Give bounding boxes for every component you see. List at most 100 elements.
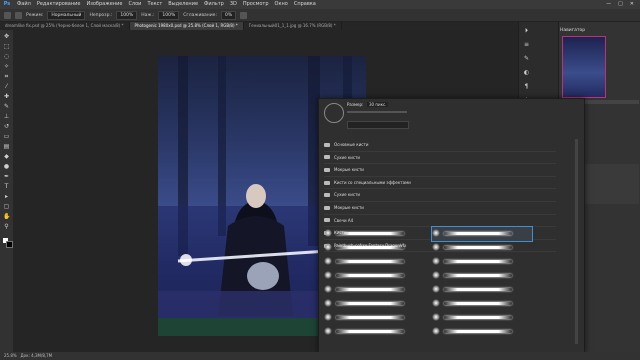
menu-item-3d[interactable]: 3D	[227, 0, 240, 9]
brush-angle-dial[interactable]	[324, 103, 344, 123]
hardness-field[interactable]	[347, 121, 409, 129]
folder-icon	[324, 180, 330, 185]
flow-field[interactable]: 100%	[158, 10, 180, 20]
menu-item-view[interactable]: Просмотр	[240, 0, 272, 9]
zoom-readout[interactable]: 25.8%	[4, 353, 17, 358]
history-icon[interactable]: ⏵	[523, 28, 530, 34]
brush-tip-icon	[324, 313, 332, 321]
status-bar: 25.8% Док: 4,3M/8,7M	[0, 352, 640, 360]
brush-preset-icon[interactable]	[15, 11, 22, 19]
marquee-tool-icon[interactable]: ⬚	[3, 44, 10, 50]
brush-icon[interactable]	[4, 11, 11, 19]
mode-select[interactable]: Нормальный	[47, 10, 86, 20]
brush-folder[interactable]: Основные кисти	[324, 139, 556, 152]
menu-item-text[interactable]: Текст	[144, 0, 165, 9]
brush-preset[interactable]	[324, 241, 424, 255]
tab-document-2[interactable]: Photogenic 1980x0.psd @ 25.8% (Слой 1, R…	[129, 22, 244, 30]
zoom-tool-icon[interactable]: ⚲	[3, 224, 10, 230]
brush-preset[interactable]	[432, 255, 532, 269]
brush-settings-icon[interactable]: ✎	[523, 56, 530, 62]
brush-stroke-preview	[336, 260, 404, 263]
brush-folder[interactable]: Мокрые кисти	[324, 202, 556, 215]
navigator-thumbnail[interactable]	[562, 36, 606, 98]
brush-preset[interactable]	[432, 325, 532, 339]
brush-stroke-preview	[336, 232, 404, 235]
move-tool-icon[interactable]: ✥	[3, 34, 10, 40]
brush-tool-icon[interactable]: ✎	[3, 104, 10, 110]
brush-folder[interactable]: Сухие кисти	[324, 152, 556, 165]
gear-icon[interactable]	[240, 11, 248, 19]
eraser-tool-icon[interactable]: ▭	[3, 134, 10, 140]
menu-item-image[interactable]: Изображение	[83, 0, 125, 9]
menu-item-file[interactable]: Файл	[14, 0, 34, 9]
type-tool-icon[interactable]: T	[3, 184, 10, 190]
opacity-field[interactable]: 100%	[116, 10, 138, 20]
menu-item-edit[interactable]: Редактирование	[34, 0, 84, 9]
magic-wand-tool-icon[interactable]: ✧	[3, 64, 10, 70]
brush-tip-icon	[432, 229, 440, 237]
paragraph-icon[interactable]: ¶	[523, 84, 530, 90]
healing-tool-icon[interactable]: ✚	[3, 94, 10, 100]
folder-label: Сухие кисти	[334, 192, 361, 198]
brush-tip-icon	[432, 243, 440, 251]
blur-tool-icon[interactable]: ◆	[3, 154, 10, 160]
brush-preset[interactable]	[432, 269, 532, 283]
maximize-button[interactable]: □	[618, 0, 623, 9]
brush-list-scrollbar[interactable]	[575, 139, 578, 344]
brush-folder[interactable]: Кисти со специальными эффектами	[324, 177, 556, 190]
brush-folder[interactable]: Мокрые кисти	[324, 164, 556, 177]
brush-stroke-preview	[336, 288, 404, 291]
stamp-tool-icon[interactable]: ⊥	[3, 114, 10, 120]
brush-preset-selected[interactable]	[431, 226, 533, 242]
menu-item-window[interactable]: Окно	[272, 0, 291, 9]
pen-tool-icon[interactable]: ✒	[3, 174, 10, 180]
brush-preset[interactable]	[324, 227, 424, 241]
history-brush-tool-icon[interactable]: ↺	[3, 124, 10, 130]
adjustments-icon[interactable]: ◐	[523, 70, 530, 76]
dodge-tool-icon[interactable]: ●	[3, 164, 10, 170]
properties-icon[interactable]: ≡	[523, 42, 530, 48]
options-bar: Режим: Нормальный Непрозр.: 100% Наж.: 1…	[0, 9, 640, 22]
brush-folder[interactable]: Сухие кисти	[324, 189, 556, 202]
menu-item-layers[interactable]: Слои	[125, 0, 144, 9]
tab-document-1[interactable]: dreamlike fix.psd @ 25% (Черно-белое 1, …	[0, 22, 130, 30]
close-button[interactable]: ✕	[630, 0, 634, 9]
lasso-tool-icon[interactable]: ◌	[3, 54, 10, 60]
brush-preset[interactable]	[324, 325, 424, 339]
brush-stroke-preview	[444, 330, 512, 333]
brush-preset[interactable]	[324, 297, 424, 311]
menu-item-help[interactable]: Справка	[291, 0, 319, 9]
tab-document-3[interactable]: Гениальный01_1_1.jpg @ 16.7% (RGB/8) *	[244, 22, 342, 30]
brush-tip-icon	[324, 299, 332, 307]
brush-preset[interactable]	[324, 283, 424, 297]
eyedropper-tool-icon[interactable]: ⁄	[3, 84, 10, 90]
folder-label: Сухие кисти	[334, 154, 361, 160]
crop-tool-icon[interactable]: ⌗	[3, 74, 10, 80]
brush-preset[interactable]	[432, 283, 532, 297]
brush-preset[interactable]	[432, 241, 532, 255]
minimize-button[interactable]: —	[606, 0, 611, 9]
menu-item-filter[interactable]: Фильтр	[201, 0, 227, 9]
brush-folder[interactable]: Свечи А4	[324, 215, 556, 228]
path-selection-tool-icon[interactable]: ▸	[3, 194, 10, 200]
size-field[interactable]: 30 пикс.	[367, 102, 389, 107]
size-slider[interactable]	[347, 111, 407, 113]
hand-tool-icon[interactable]: ✋	[3, 214, 10, 220]
brush-preset[interactable]	[324, 255, 424, 269]
brush-tip-icon	[324, 327, 332, 335]
brush-preset[interactable]	[324, 269, 424, 283]
size-label: Размер:	[347, 102, 364, 107]
folder-icon	[324, 167, 330, 172]
mode-label: Режим:	[26, 12, 44, 18]
smoothing-field[interactable]: 0%	[220, 10, 237, 20]
shape-tool-icon[interactable]: ▢	[3, 204, 10, 210]
brush-tip-icon	[432, 271, 440, 279]
menu-item-select[interactable]: Выделение	[165, 0, 201, 9]
gradient-tool-icon[interactable]: ▤	[3, 144, 10, 150]
brush-preset[interactable]	[324, 311, 424, 325]
folder-label: Кисти со специальными эффектами	[334, 179, 411, 185]
brush-preset[interactable]	[432, 311, 532, 325]
brush-preset[interactable]	[432, 297, 532, 311]
brush-tip-icon	[432, 327, 440, 335]
background-color-swatch[interactable]	[6, 241, 13, 248]
